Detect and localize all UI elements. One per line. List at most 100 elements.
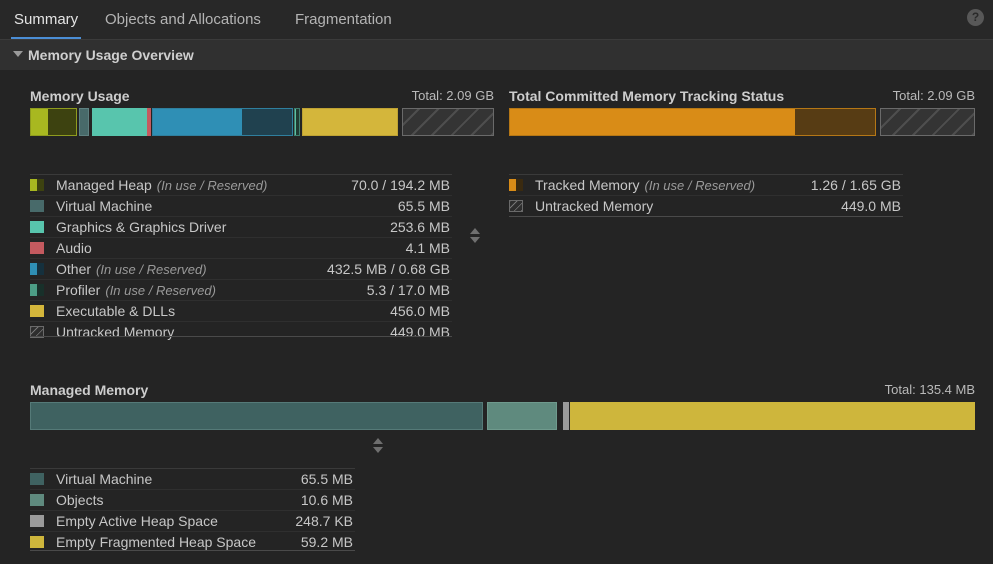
legend-row-audio[interactable]: Audio 4.1 MB [30,238,452,259]
memory-usage-panel: Memory Usage Total: 2.09 GB [30,86,494,136]
bar-segment-executable-dlls[interactable] [302,108,398,136]
legend-label-text: Empty Active Heap Space [56,513,218,529]
triangle-up-icon[interactable] [373,438,383,444]
bar-segment-untracked-memory[interactable] [880,108,975,136]
bar-segment-graphics[interactable] [92,108,147,136]
swatch-managed-heap [30,179,44,191]
legend-value: 65.5 MB [301,469,353,489]
bar-segment-untracked-memory[interactable] [402,108,494,136]
tab-bar: Summary Objects and Allocations Fragment… [0,0,993,40]
legend-value: 248.7 KB [295,511,353,531]
triangle-down-icon[interactable] [13,51,23,57]
managed-memory-bar[interactable] [30,402,975,430]
legend-label: Untracked Memory [56,322,174,342]
legend-bottom-rule [509,216,903,217]
memory-usage-title: Memory Usage [30,86,130,106]
legend-label-text: Untracked Memory [535,198,653,214]
tab-summary[interactable]: Summary [11,0,81,39]
tracking-status-panel: Total Committed Memory Tracking Status T… [509,86,975,136]
triangle-down-icon[interactable] [470,237,480,243]
legend-label: Audio [56,238,92,258]
legend-label: Virtual Machine [56,196,152,216]
bar-segment-empty-fragmented-heap-space[interactable] [570,402,975,430]
bar-segment-other[interactable] [152,108,293,136]
legend-label: Other(In use / Reserved) [56,259,207,280]
legend-label-text: Tracked Memory [535,177,640,193]
managed-memory-panel: Managed Memory Total: 135.4 MB Virtual M… [30,380,975,430]
legend-value: 456.0 MB [390,301,450,321]
swatch-tracked-memory [509,179,523,191]
legend-label: Profiler(In use / Reserved) [56,280,216,301]
legend-row-virtual-machine[interactable]: Virtual Machine 65.5 MB [30,196,452,217]
swatch-empty-active-heap-space [30,515,44,527]
tab-objects-and-allocations[interactable]: Objects and Allocations [102,0,264,39]
swatch-virtual-machine [30,473,44,485]
triangle-down-icon[interactable] [373,447,383,453]
legend-bottom-rule [30,336,452,337]
legend-label-text: Virtual Machine [56,471,152,487]
bar-segment-audio[interactable] [147,108,151,136]
legend-sublabel: (In use / Reserved) [105,283,216,298]
bar-segment-empty-active-heap-space[interactable] [563,402,569,430]
legend-sublabel: (In use / Reserved) [96,262,207,277]
legend-label: Managed Heap(In use / Reserved) [56,175,267,196]
legend-row-executable-dlls[interactable]: Executable & DLLs 456.0 MB [30,301,452,322]
swatch-other [30,263,44,275]
tab-objects-and-allocations-label: Objects and Allocations [105,11,261,28]
help-icon[interactable]: ? [967,9,984,26]
legend-row-objects[interactable]: Objects 10.6 MB [30,490,355,511]
swatch-empty-fragmented-heap-space [30,536,44,548]
tab-fragmentation[interactable]: Fragmentation [292,0,395,39]
memory-usage-overview-foldout[interactable]: Memory Usage Overview [0,40,993,70]
tab-fragmentation-label: Fragmentation [295,11,392,28]
memory-usage-bar[interactable] [30,108,494,136]
managed-memory-legend: Virtual Machine 65.5 MB Objects 10.6 MB … [30,468,355,552]
legend-row-untracked-memory[interactable]: Untracked Memory 449.0 MB [30,322,452,342]
managed-memory-spinner[interactable] [373,438,384,453]
legend-row-profiler[interactable]: Profiler(In use / Reserved) 5.3 / 17.0 M… [30,280,452,301]
memory-usage-spinner[interactable] [470,228,481,243]
legend-row-virtual-machine[interactable]: Virtual Machine 65.5 MB [30,468,355,490]
legend-sublabel: (In use / Reserved) [157,178,268,193]
swatch-virtual-machine [30,200,44,212]
bar-segment-managed-heap[interactable] [30,108,77,136]
triangle-up-icon[interactable] [470,228,480,234]
legend-label-text: Untracked Memory [56,324,174,340]
legend-row-graphics[interactable]: Graphics & Graphics Driver 253.6 MB [30,217,452,238]
memory-profiler-window: Summary Objects and Allocations Fragment… [0,0,993,564]
legend-label: Virtual Machine [56,469,152,489]
legend-label-text: Executable & DLLs [56,303,175,319]
tracking-status-title: Total Committed Memory Tracking Status [509,86,784,106]
swatch-graphics [30,221,44,233]
bar-segment-profiler[interactable] [294,108,300,136]
swatch-objects [30,494,44,506]
legend-row-empty-fragmented-heap-space[interactable]: Empty Fragmented Heap Space 59.2 MB [30,532,355,552]
page-title: Memory Usage Overview [28,40,194,70]
legend-label: Empty Active Heap Space [56,511,218,531]
memory-usage-header: Memory Usage Total: 2.09 GB [30,86,494,106]
legend-sublabel: (In use / Reserved) [645,178,756,193]
tracking-status-bar[interactable] [509,108,975,136]
bar-segment-virtual-machine[interactable] [79,108,89,136]
bar-segment-objects[interactable] [487,402,557,430]
legend-label: Empty Fragmented Heap Space [56,532,256,552]
swatch-executable-dlls [30,305,44,317]
tracking-status-total: Total: 2.09 GB [893,86,975,106]
legend-label: Tracked Memory (In use / Reserved) [535,175,755,196]
legend-label: Untracked Memory [535,196,653,216]
bar-segment-virtual-machine[interactable] [30,402,483,430]
legend-label-text: Audio [56,240,92,256]
legend-bottom-rule [30,550,355,551]
legend-label-text: Objects [56,492,103,508]
bar-segment-tracked-memory[interactable] [509,108,876,136]
legend-row-managed-heap[interactable]: Managed Heap(In use / Reserved) 70.0 / 1… [30,174,452,196]
tracking-status-header: Total Committed Memory Tracking Status T… [509,86,975,106]
legend-value: 432.5 MB / 0.68 GB [327,259,450,279]
managed-memory-title: Managed Memory [30,380,148,400]
legend-value: 1.26 / 1.65 GB [811,175,901,195]
legend-row-empty-active-heap-space[interactable]: Empty Active Heap Space 248.7 KB [30,511,355,532]
legend-label-text: Virtual Machine [56,198,152,214]
legend-row-untracked-memory[interactable]: Untracked Memory 449.0 MB [509,196,903,216]
legend-row-tracked-memory[interactable]: Tracked Memory (In use / Reserved) 1.26 /… [509,174,903,196]
legend-row-other[interactable]: Other(In use / Reserved) 432.5 MB / 0.68… [30,259,452,280]
